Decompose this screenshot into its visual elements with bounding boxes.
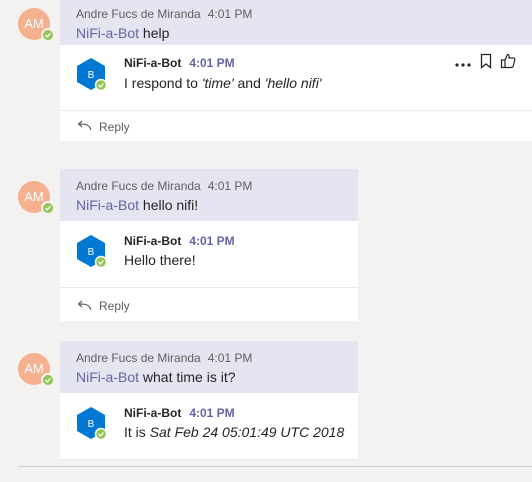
- bot-reply-message[interactable]: B NiFi-a-Bot 4:01 PM Hello there!: [60, 221, 358, 288]
- presence-available-icon: [41, 201, 55, 215]
- reply-button[interactable]: Reply: [60, 111, 532, 141]
- avatar-initials: AM: [24, 16, 44, 31]
- bot-mention[interactable]: NiFi-a-Bot: [76, 25, 139, 41]
- reply-arrow-icon: [76, 300, 92, 315]
- presence-available-icon: [41, 28, 55, 42]
- message-text: what time is it?: [139, 369, 236, 385]
- bot-text-prefix: It is: [124, 424, 150, 440]
- bot-name: NiFi-a-Bot: [124, 56, 182, 70]
- more-icon[interactable]: [454, 55, 472, 73]
- message-text: help: [139, 25, 170, 41]
- bot-text-prefix: I respond to: [124, 75, 202, 91]
- presence-available-icon: [41, 373, 55, 387]
- bot-name: NiFi-a-Bot: [124, 234, 182, 248]
- svg-text:B: B: [88, 247, 95, 258]
- bot-message-time: 4:01 PM: [189, 406, 235, 420]
- bot-message-time: 4:01 PM: [189, 234, 235, 248]
- bot-message-time: 4:01 PM: [189, 56, 235, 70]
- bot-avatar-icon[interactable]: B: [74, 234, 108, 273]
- reply-arrow-icon: [76, 120, 92, 135]
- avatar-initials: AM: [24, 189, 44, 204]
- sender-name: Andre Fucs de Miranda: [76, 179, 201, 193]
- message-time: 4:01 PM: [207, 7, 253, 21]
- svg-text:B: B: [88, 70, 95, 81]
- bot-text: Hello there!: [124, 252, 196, 268]
- bot-name: NiFi-a-Bot: [124, 406, 182, 420]
- message-time: 4:01 PM: [207, 179, 253, 193]
- avatar[interactable]: AM: [18, 8, 55, 42]
- reply-label: Reply: [99, 120, 130, 134]
- svg-text:B: B: [88, 419, 95, 430]
- bot-reply-message[interactable]: B NiFi-a-Bot 4:01 PM I respond to 'time' …: [60, 45, 532, 111]
- bot-mention[interactable]: NiFi-a-Bot: [76, 197, 139, 213]
- bot-text-mid: and: [233, 75, 265, 91]
- bot-text-keyword-hello: 'hello nifi': [264, 75, 322, 91]
- bot-text-keyword-time: 'time': [201, 75, 234, 91]
- reply-label: Reply: [99, 299, 130, 313]
- like-icon[interactable]: [500, 53, 516, 74]
- bot-reply-message[interactable]: B NiFi-a-Bot 4:01 PM It is Sat Feb 24 05:…: [60, 393, 358, 460]
- bot-avatar-icon[interactable]: B: [74, 57, 108, 96]
- sender-name: Andre Fucs de Miranda: [76, 351, 201, 365]
- bot-text-timestamp: Sat Feb 24 05:01:49 UTC 2018: [149, 424, 345, 440]
- user-message[interactable]: Andre Fucs de Miranda 4:01 PM NiFi-a-Bot …: [60, 341, 358, 393]
- message-text: hello nifi!: [139, 197, 199, 213]
- avatar-initials: AM: [24, 361, 44, 376]
- message-time: 4:01 PM: [207, 351, 253, 365]
- avatar[interactable]: AM: [18, 353, 55, 387]
- bookmark-icon[interactable]: [480, 53, 492, 74]
- divider: [18, 466, 532, 467]
- sender-name: Andre Fucs de Miranda: [76, 7, 201, 21]
- user-message[interactable]: Andre Fucs de Miranda 4:01 PM NiFi-a-Bot …: [60, 169, 358, 221]
- bot-mention[interactable]: NiFi-a-Bot: [76, 369, 139, 385]
- reply-button[interactable]: Reply: [60, 288, 358, 321]
- bot-avatar-icon[interactable]: B: [74, 406, 108, 445]
- message-actions: [454, 53, 516, 74]
- user-message[interactable]: Andre Fucs de Miranda 4:01 PM NiFi-a-Bot …: [60, 0, 532, 45]
- avatar[interactable]: AM: [18, 181, 55, 215]
